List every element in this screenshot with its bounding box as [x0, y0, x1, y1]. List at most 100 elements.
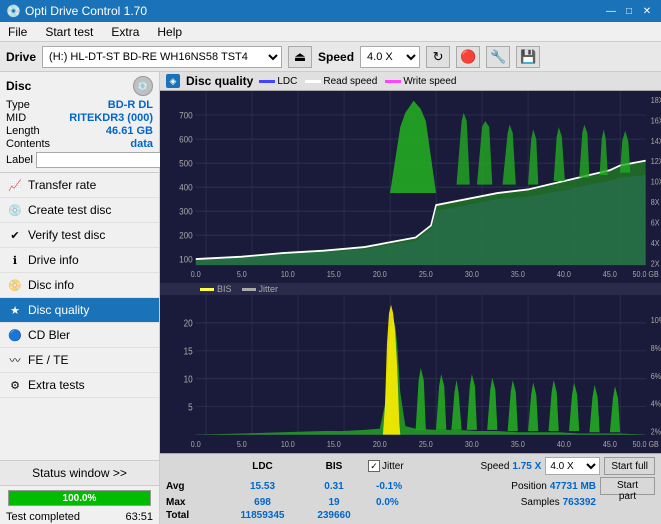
menu-extra[interactable]: Extra: [107, 24, 143, 40]
disc-label-input[interactable]: [36, 152, 174, 168]
svg-text:5: 5: [188, 402, 193, 413]
svg-text:25.0: 25.0: [419, 439, 433, 449]
disc-info-icon: 📀: [8, 278, 22, 292]
drive-select[interactable]: (H:) HL-DT-ST BD-RE WH16NS58 TST4: [42, 46, 282, 68]
legend-readspeed-label: Read speed: [323, 76, 377, 87]
title-bar-title: 💿 Opti Drive Control 1.70: [6, 4, 147, 18]
svg-text:25.0: 25.0: [419, 270, 434, 280]
label-label: Label: [6, 154, 33, 166]
start-part-button[interactable]: Start part: [600, 477, 655, 495]
length-value: 46.61 GB: [106, 125, 153, 137]
speed-select[interactable]: 4.0 X: [360, 46, 420, 68]
length-label: Length: [6, 125, 40, 137]
status-text: Test completed: [6, 511, 80, 523]
maximize-button[interactable]: □: [621, 4, 637, 18]
sidebar-item-verify-test-disc[interactable]: ✔ Verify test disc: [0, 223, 159, 248]
jitter-checkbox[interactable]: ✓: [368, 460, 380, 472]
svg-text:16X: 16X: [651, 116, 661, 126]
sidebar-item-fe-te[interactable]: 〰 FE / TE: [0, 348, 159, 373]
svg-text:500: 500: [179, 158, 193, 169]
sidebar-item-create-test-disc[interactable]: 💿 Create test disc: [0, 198, 159, 223]
legend-bis: BIS: [200, 284, 232, 294]
svg-text:300: 300: [179, 206, 193, 217]
svg-text:18X: 18X: [651, 95, 661, 105]
svg-text:40.0: 40.0: [557, 270, 572, 280]
svg-text:40.0: 40.0: [557, 439, 571, 449]
bis-color: [200, 288, 214, 291]
svg-text:20.0: 20.0: [373, 270, 388, 280]
top-chart-svg: 700 600 500 400 300 200 100 18X 16X 14X …: [160, 91, 661, 283]
speed-label: Speed: [318, 50, 354, 64]
legend-readspeed: Read speed: [305, 76, 377, 87]
svg-text:45.0: 45.0: [603, 270, 618, 280]
legend-writespeed-color: [385, 80, 401, 83]
svg-text:10X: 10X: [651, 177, 661, 187]
total-bis: 239660: [304, 510, 364, 521]
samples-value: 763392: [563, 497, 596, 508]
status-window-button[interactable]: Status window >>: [0, 461, 159, 486]
eject-button[interactable]: ⏏: [288, 46, 312, 68]
svg-text:0.0: 0.0: [191, 270, 202, 280]
minimize-button[interactable]: —: [603, 4, 619, 18]
mid-label: MID: [6, 112, 26, 124]
settings-button1[interactable]: 🔴: [456, 46, 480, 68]
stats-total-row: Total 11859345 239660: [166, 510, 655, 521]
nav-label-disc-info: Disc info: [28, 278, 74, 292]
svg-text:0.0: 0.0: [191, 439, 202, 449]
svg-text:4X: 4X: [651, 238, 660, 248]
type-label: Type: [6, 99, 30, 111]
svg-text:6%: 6%: [651, 371, 661, 381]
svg-text:30.0: 30.0: [465, 270, 480, 280]
max-label: Max: [166, 497, 221, 508]
app-title: Opti Drive Control 1.70: [25, 4, 147, 18]
sidebar-item-cd-bler[interactable]: 🔵 CD Bler: [0, 323, 159, 348]
svg-text:5.0: 5.0: [237, 270, 248, 280]
svg-text:600: 600: [179, 134, 193, 145]
svg-text:2X: 2X: [651, 259, 660, 269]
start-full-button[interactable]: Start full: [604, 457, 655, 475]
samples-label: Samples: [521, 497, 560, 508]
settings-button2[interactable]: 🔧: [486, 46, 510, 68]
sidebar-item-transfer-rate[interactable]: 📈 Transfer rate: [0, 173, 159, 198]
legend-ldc-label: LDC: [277, 76, 297, 87]
svg-text:35.0: 35.0: [511, 270, 526, 280]
sidebar-item-disc-quality[interactable]: ★ Disc quality: [0, 298, 159, 323]
menu-file[interactable]: File: [4, 24, 31, 40]
drive-label: Drive: [6, 50, 36, 64]
svg-text:50.0 GB: 50.0 GB: [633, 439, 659, 449]
progress-text: 100.0%: [9, 491, 150, 505]
menu-help[interactable]: Help: [153, 24, 186, 40]
status-time: 63:51: [125, 511, 153, 523]
progress-bar: 100.0%: [8, 490, 151, 506]
sidebar-item-drive-info[interactable]: ℹ Drive info: [0, 248, 159, 273]
svg-text:2%: 2%: [651, 427, 661, 437]
save-button[interactable]: 💾: [516, 46, 540, 68]
extra-tests-icon: ⚙: [8, 378, 22, 392]
svg-text:50.0 GB: 50.0 GB: [633, 270, 659, 280]
max-jitter: 0.0%: [368, 497, 517, 508]
nav-label-verify-test-disc: Verify test disc: [28, 228, 105, 242]
svg-text:700: 700: [179, 110, 193, 121]
total-label: Total: [166, 510, 221, 521]
svg-text:45.0: 45.0: [603, 439, 617, 449]
position-value: 47731 MB: [550, 481, 596, 492]
speed-dropdown[interactable]: 4.0 X: [545, 457, 600, 475]
status-bottom: Test completed 63:51: [0, 510, 159, 524]
svg-text:8X: 8X: [651, 198, 660, 208]
close-button[interactable]: ✕: [639, 4, 655, 18]
jitter-checkbox-area: ✓ Jitter: [368, 460, 476, 472]
svg-text:400: 400: [179, 182, 193, 193]
legend-ldc: LDC: [259, 76, 297, 87]
svg-text:5.0: 5.0: [237, 439, 248, 449]
svg-text:35.0: 35.0: [511, 439, 525, 449]
disc-label-row: Label ✏: [6, 152, 153, 168]
speed-stat-label: Speed: [480, 461, 509, 472]
speed-stat-value: 1.75 X: [512, 461, 541, 472]
sidebar-item-extra-tests[interactable]: ⚙ Extra tests: [0, 373, 159, 398]
svg-text:10.0: 10.0: [281, 439, 295, 449]
sidebar-item-disc-info[interactable]: 📀 Disc info: [0, 273, 159, 298]
drive-bar: Drive (H:) HL-DT-ST BD-RE WH16NS58 TST4 …: [0, 42, 661, 72]
refresh-button[interactable]: ↻: [426, 46, 450, 68]
menu-bar: File Start test Extra Help: [0, 22, 661, 42]
menu-start-test[interactable]: Start test: [41, 24, 97, 40]
